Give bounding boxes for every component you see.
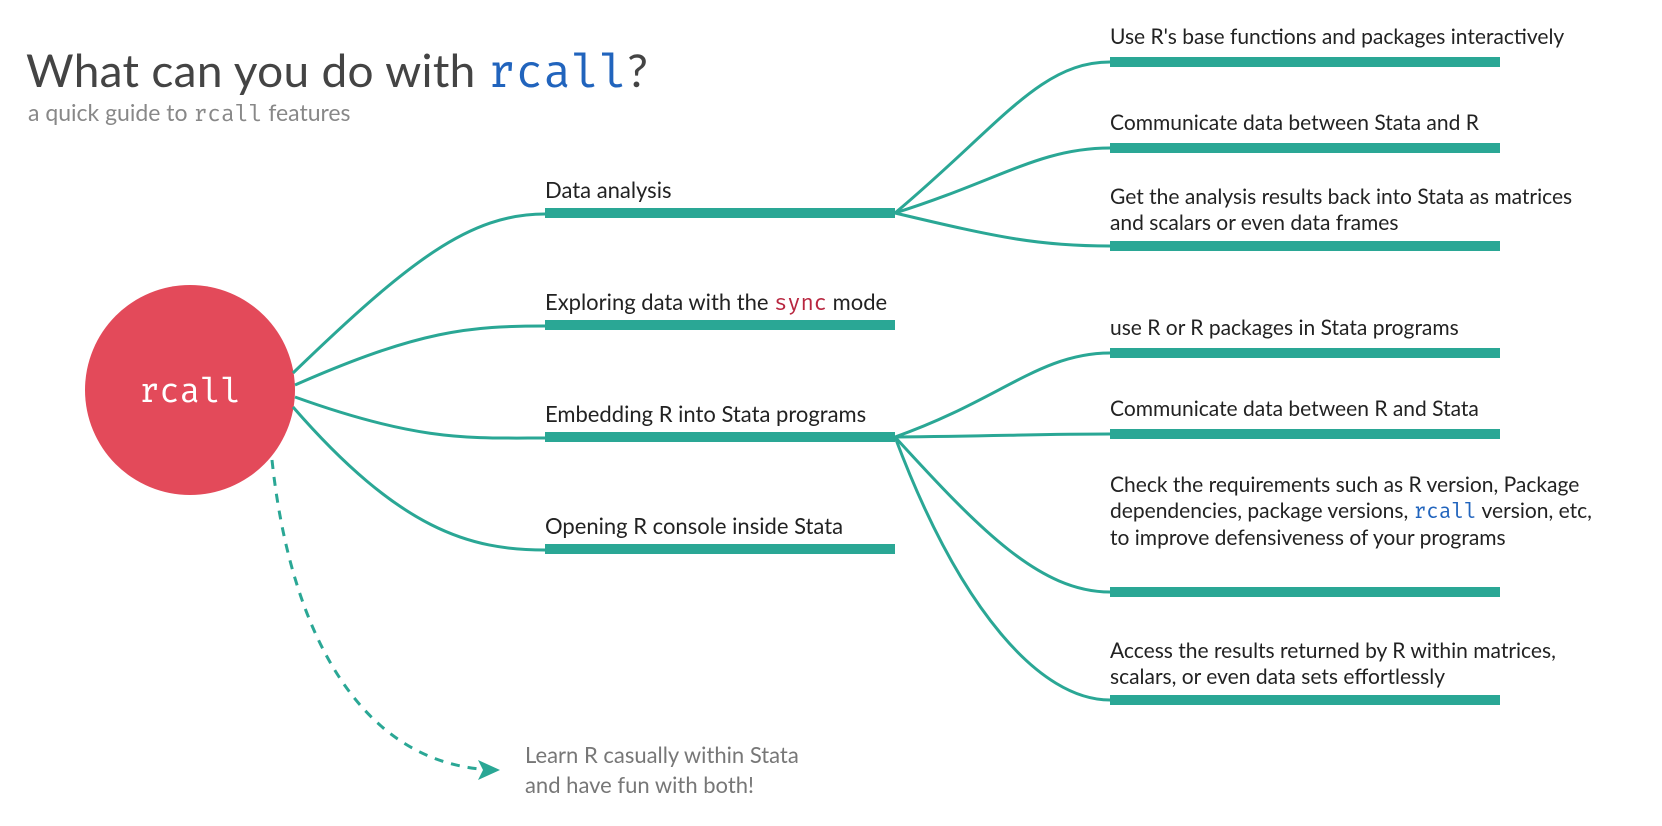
page-subtitle: a quick guide to rcall features: [28, 98, 728, 138]
edge-root-b4: [293, 407, 545, 550]
leaf-label-b3-l1: use R or R packages in Stata programs: [1110, 315, 1590, 345]
leaf-label-b3-l4: Access the results returned by R within …: [1110, 638, 1600, 694]
leaf-bar-b3-l1: [1110, 348, 1500, 358]
leaf-bar-b3-l2: [1110, 429, 1500, 439]
subtitle-pre: a quick guide to: [28, 98, 193, 126]
branch-label-b2: Exploring data with the sync mode: [545, 288, 1045, 318]
branch-bar-b4: [545, 544, 895, 554]
leaf-label-b3-l3: Check the requirements such as R version…: [1110, 472, 1600, 586]
edge-b1-l3: [895, 213, 1110, 246]
leaf-label-b1-l2: Communicate data between Stata and R: [1110, 110, 1590, 140]
subtitle-code: rcall: [193, 100, 262, 128]
leaf-bar-b1-l1: [1110, 57, 1500, 67]
edge-b3-l4: [895, 437, 1110, 700]
leaf-bar-b1-l2: [1110, 143, 1500, 153]
title-code: rcall: [488, 45, 628, 100]
diagram-canvas: What can you do with rcall? a quick guid…: [0, 0, 1662, 826]
subtitle-post: features: [262, 98, 350, 126]
branch-bar-b1: [545, 208, 895, 218]
branch-label-b1: Data analysis: [545, 176, 945, 206]
edge-root-b1: [293, 214, 545, 373]
root-label: rcall: [139, 371, 241, 412]
leaf-bar-b3-l3: [1110, 587, 1500, 597]
leaf-label-b1-l3: Get the analysis results back into Stata…: [1110, 184, 1590, 240]
leaf-label-b3-l2: Communicate data between R and Stata: [1110, 396, 1590, 426]
edge-b3-l2: [895, 434, 1110, 437]
branch-bar-b2: [545, 320, 895, 330]
tip-arrow-path: [272, 460, 500, 770]
branch-bar-b3: [545, 432, 895, 442]
title-post: ?: [627, 42, 648, 97]
leaf-label-b1-l1: Use R's base functions and packages inte…: [1110, 24, 1590, 54]
leaf-bar-b3-l4: [1110, 695, 1500, 705]
tip-arrow-head: [478, 760, 500, 780]
edge-root-b3: [295, 397, 545, 438]
page-title: What can you do with rcall?: [26, 42, 926, 102]
leaf-bar-b1-l3: [1110, 241, 1500, 251]
title-pre: What can you do with: [26, 42, 488, 97]
tip-text: Learn R casually within Stata and have f…: [525, 740, 905, 810]
